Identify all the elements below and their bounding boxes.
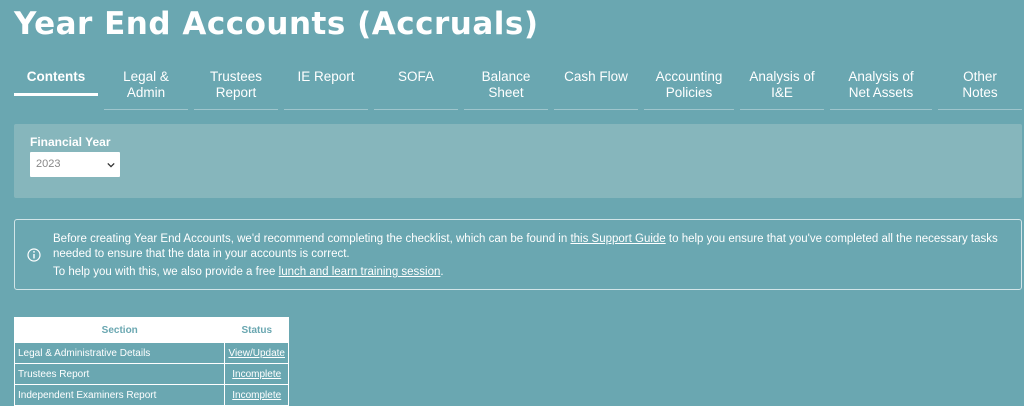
tab-label: Accounting xyxy=(655,69,723,84)
tab-balance-sheet[interactable]: Balance Sheet xyxy=(464,66,548,110)
tab-label: I&E xyxy=(771,85,793,100)
tab-cash-flow[interactable]: Cash Flow xyxy=(554,66,638,110)
tab-label: Net Assets xyxy=(848,85,914,100)
tab-label: Cash Flow xyxy=(564,69,628,84)
financial-year-panel: Financial Year 2023 xyxy=(14,124,1022,198)
tab-label: Contents xyxy=(26,69,86,84)
notice-text: To help you with this, we also provide a… xyxy=(53,266,279,278)
financial-year-label: Financial Year xyxy=(30,135,111,149)
table-row: Legal & Administrative Details View/Upda… xyxy=(13,342,289,364)
status-link[interactable]: Incomplete xyxy=(232,390,281,401)
status-link[interactable]: View/Update xyxy=(228,348,285,359)
status-cell: View/Update xyxy=(224,342,289,364)
tab-label: Report xyxy=(215,85,257,100)
table-row: Independent Examiners Report Incomplete xyxy=(13,384,289,406)
notice-line-2: needed to ensure that the data in your a… xyxy=(53,248,350,260)
tab-analysis-net-assets[interactable]: Analysis of Net Assets xyxy=(830,66,932,110)
table-header-row: Section Status xyxy=(13,317,289,343)
status-cell: Incomplete xyxy=(224,384,289,406)
section-cell: Legal & Administrative Details xyxy=(13,342,226,364)
status-link[interactable]: Incomplete xyxy=(232,369,281,380)
column-header-section: Section xyxy=(13,317,226,343)
financial-year-value: 2023 xyxy=(36,158,61,170)
notice-line-3: To help you with this, we also provide a… xyxy=(53,264,1003,280)
tab-label: Analysis of xyxy=(749,69,815,84)
support-guide-link[interactable]: this Support Guide xyxy=(570,233,665,245)
tab-label: SOFA xyxy=(397,69,434,84)
tab-label: Policies xyxy=(665,85,713,100)
section-cell: Independent Examiners Report xyxy=(13,384,226,406)
notice-line-1: Before creating Year End Accounts, we'd … xyxy=(53,231,1003,247)
tab-label: IE Report xyxy=(297,69,355,84)
table-row: Trustees Report Incomplete xyxy=(13,363,289,385)
section-cell: Trustees Report xyxy=(13,363,226,385)
financial-year-select[interactable]: 2023 xyxy=(30,152,120,177)
tab-label: Balance xyxy=(481,69,531,84)
support-notice: Before creating Year End Accounts, we'd … xyxy=(14,219,1022,290)
tab-legal-admin[interactable]: Legal & Admin xyxy=(104,66,188,110)
tab-label: Notes xyxy=(962,85,998,100)
notice-text: to help you ensure that you've completed… xyxy=(665,233,998,245)
tab-contents[interactable]: Contents xyxy=(14,66,98,96)
status-cell: Incomplete xyxy=(224,363,289,385)
tab-label: Trustees xyxy=(209,69,263,84)
tab-label: Legal & xyxy=(123,69,169,84)
tab-accounting-policies[interactable]: Accounting Policies xyxy=(644,66,734,110)
tab-label: Sheet xyxy=(488,85,524,100)
tab-sofa[interactable]: SOFA xyxy=(374,66,458,110)
tab-label: Admin xyxy=(126,85,166,100)
chevron-down-icon xyxy=(107,162,115,168)
info-icon xyxy=(27,248,41,262)
tab-analysis-ie[interactable]: Analysis of I&E xyxy=(740,66,824,110)
tab-label: Analysis of xyxy=(848,69,914,84)
notice-text: . xyxy=(440,266,444,278)
tab-trustees-report[interactable]: Trustees Report xyxy=(194,66,278,110)
tab-label: Other xyxy=(963,69,997,84)
tab-bar: Contents Legal & Admin Trustees Report IE … xyxy=(0,66,1024,112)
column-header-status: Status xyxy=(224,317,289,343)
tab-other-notes[interactable]: Other Notes xyxy=(938,66,1022,110)
sections-table: Section Status Legal & Administrative De… xyxy=(13,317,289,406)
page-title: Year End Accounts (Accruals) xyxy=(14,6,539,42)
notice-text: Before creating Year End Accounts, we'd … xyxy=(53,233,571,245)
tab-ie-report[interactable]: IE Report xyxy=(284,66,368,110)
training-session-link[interactable]: lunch and learn training session xyxy=(279,266,441,278)
